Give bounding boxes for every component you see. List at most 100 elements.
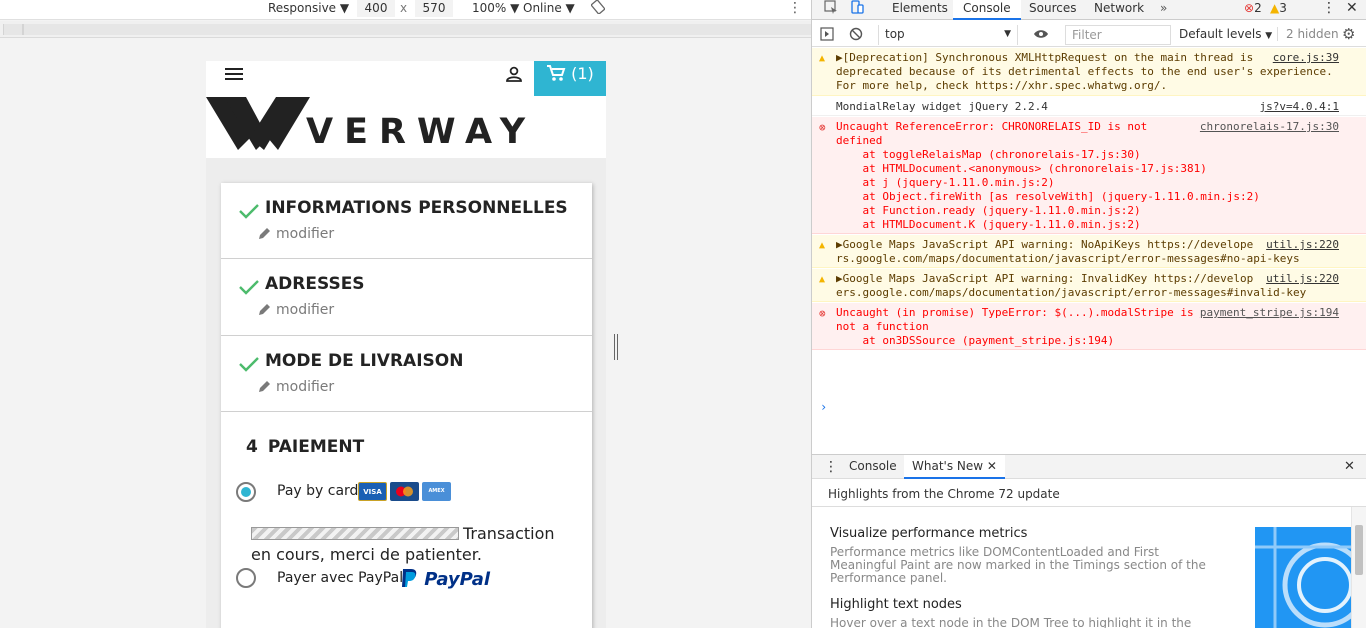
zoom-select[interactable]: 100% ▼ <box>472 0 519 16</box>
tab-console[interactable]: Console <box>953 0 1021 20</box>
message-line: ▶Google Maps JavaScript API warning: NoA… <box>836 238 1254 251</box>
tab-sources[interactable]: Sources <box>1019 0 1086 20</box>
message-line: at j (jquery-1.11.0.min.js:2) <box>836 176 1055 189</box>
message-source-link[interactable]: util.js:220 <box>1266 272 1339 286</box>
devtools-tabbar: Elements Console Sources Network » ⊗2 ▲3… <box>812 0 1366 20</box>
network-select-label: Online <box>523 1 562 15</box>
error-counter[interactable]: ⊗2 <box>1244 0 1262 20</box>
device-select-label: Responsive <box>268 1 337 15</box>
pay-with-paypal-label[interactable]: Payer avec PayPal <box>277 570 403 586</box>
message-source-link[interactable]: js?v=4.0.4:1 <box>1260 100 1339 114</box>
console-message[interactable]: ▲ ▶Google Maps JavaScript API warning: N… <box>812 235 1366 268</box>
message-source-link[interactable]: chronorelais-17.js:30 <box>1200 120 1339 134</box>
pencil-icon <box>259 228 270 239</box>
console-message[interactable]: ⊗ Uncaught (in promise) TypeError: $(...… <box>812 303 1366 350</box>
cart-button[interactable]: (1) <box>534 61 606 96</box>
chevron-down-icon: ▼ <box>1265 31 1273 41</box>
console-filter-input[interactable]: Filter <box>1065 25 1171 45</box>
whats-new-item-title[interactable]: Highlight text nodes <box>830 597 962 612</box>
visa-card-icon: VISA <box>358 482 387 501</box>
message-source-link[interactable]: payment_stripe.js:194 <box>1200 306 1339 320</box>
step-personal-info: INFORMATIONS PERSONNELLES modifier <box>221 183 592 259</box>
context-select[interactable]: top ▼ <box>878 25 1018 45</box>
warning-icon: ▲ <box>1270 1 1280 15</box>
dimension-separator: x <box>400 1 408 15</box>
step-payment-title: 4 PAIEMENT <box>246 437 364 457</box>
edit-link[interactable]: modifier <box>258 302 334 318</box>
message-source-link[interactable]: util.js:220 <box>1266 238 1339 252</box>
message-line: ers.google.com/maps/documentation/javasc… <box>836 286 1307 299</box>
hamburger-menu-icon[interactable] <box>225 68 243 82</box>
height-input[interactable]: 570 <box>415 0 453 17</box>
check-icon <box>239 280 259 295</box>
message-line: deprecated because of its detrimental ef… <box>836 65 1333 78</box>
ruler-segment[interactable] <box>3 24 23 35</box>
zoom-select-label: 100% <box>472 1 507 15</box>
edit-link[interactable]: modifier <box>258 379 334 395</box>
step-title: MODE DE LIVRAISON <box>265 351 464 371</box>
clear-console-icon[interactable] <box>849 27 863 44</box>
message-line: at on3DSSource (payment_stripe.js:194) <box>836 334 1115 347</box>
drawer-menu-icon[interactable]: ⋮ <box>824 459 838 475</box>
whats-new-item-desc: Hover over a text node in the DOM Tree t… <box>830 617 1210 628</box>
whats-new-header: Highlights from the Chrome 72 update <box>828 487 1060 501</box>
device-toolbar-more-icon[interactable]: ⋮ <box>788 0 802 16</box>
message-text: ▶Google Maps JavaScript API warning: Inv… <box>836 272 1306 300</box>
network-throttle-select[interactable]: Online ▼ <box>523 0 575 16</box>
rotate-icon[interactable] <box>590 0 606 18</box>
whats-new-item-title[interactable]: Visualize performance metrics <box>830 526 1027 541</box>
overway-logo-mark <box>206 97 310 150</box>
chevron-down-icon: ▼ <box>1004 29 1011 39</box>
edit-link[interactable]: modifier <box>258 226 334 242</box>
amex-card-icon: AMEX <box>422 482 451 501</box>
message-text: Uncaught (in promise) TypeError: $(...).… <box>836 306 1194 348</box>
tab-elements[interactable]: Elements <box>882 0 958 20</box>
paypal-wordmark: PayPal <box>424 569 491 590</box>
scrollbar-thumb[interactable] <box>1355 525 1363 575</box>
pay-with-paypal-radio[interactable] <box>236 568 256 588</box>
message-text: MondialRelay widget jQuery 2.2.4 <box>836 100 1048 114</box>
warning-counter[interactable]: ▲3 <box>1270 0 1287 20</box>
drawer-tab-whats-new[interactable]: What's New ✕ <box>904 455 1005 479</box>
check-icon <box>239 204 259 219</box>
more-tabs-icon[interactable]: » <box>1150 0 1177 20</box>
media-query-ruler <box>0 21 811 38</box>
viewport-resize-handle[interactable] <box>614 334 618 360</box>
drawer-tab-console[interactable]: Console <box>849 459 897 473</box>
sidebar-toggle-icon[interactable] <box>820 27 834 44</box>
transaction-progress-bar <box>251 527 459 540</box>
pay-by-card-label[interactable]: Pay by card <box>277 483 358 499</box>
devtools-panel: Elements Console Sources Network » ⊗2 ▲3… <box>811 0 1366 628</box>
hidden-count: 2 hidden <box>1277 27 1339 41</box>
message-line: not a function <box>836 320 929 333</box>
ruler-segment[interactable] <box>23 24 811 35</box>
user-account-icon[interactable] <box>505 65 523 83</box>
whats-new-item-desc: Performance metrics like DOMContentLoade… <box>830 546 1210 585</box>
log-levels-select[interactable]: Default levels ▼ <box>1179 27 1272 41</box>
console-message[interactable]: MondialRelay widget jQuery 2.2.4 js?v=4.… <box>812 97 1366 116</box>
message-line: For more help, check https://xhr.spec.wh… <box>836 79 1168 92</box>
live-expression-eye-icon[interactable] <box>1033 27 1049 44</box>
console-message[interactable]: ▲ ▶[Deprecation] Synchronous XMLHttpRequ… <box>812 48 1366 96</box>
step-title: ADRESSES <box>265 274 365 294</box>
console-prompt[interactable]: › <box>820 400 827 414</box>
close-drawer-icon[interactable]: ✕ <box>1344 459 1355 474</box>
device-select[interactable]: Responsive ▼ <box>268 0 349 16</box>
width-input[interactable]: 400 <box>357 0 395 17</box>
paypal-p-icon <box>402 569 417 587</box>
console-message[interactable]: ▲ ▶Google Maps JavaScript API warning: I… <box>812 269 1366 302</box>
console-message[interactable]: ⊗ Uncaught ReferenceError: CHRONORELAIS_… <box>812 117 1366 234</box>
device-toggle-icon[interactable] <box>840 0 874 20</box>
pencil-icon <box>259 381 270 392</box>
drawer-tabbar: ⋮ Console What's New ✕ ✕ <box>812 455 1366 479</box>
scrollbar[interactable] <box>1351 507 1366 628</box>
message-line: Uncaught ReferenceError: CHRONORELAIS_ID… <box>836 120 1148 133</box>
tab-network[interactable]: Network <box>1084 0 1154 20</box>
console-settings-gear-icon[interactable]: ⚙ <box>1342 25 1355 43</box>
message-source-link[interactable]: core.js:39 <box>1273 51 1339 65</box>
close-tab-icon[interactable]: ✕ <box>987 459 997 473</box>
pay-by-card-radio[interactable] <box>236 482 256 502</box>
step-title: PAIEMENT <box>267 437 365 457</box>
close-devtools-icon[interactable]: ✕ <box>1336 0 1366 20</box>
chevron-down-icon: ▼ <box>510 1 520 15</box>
